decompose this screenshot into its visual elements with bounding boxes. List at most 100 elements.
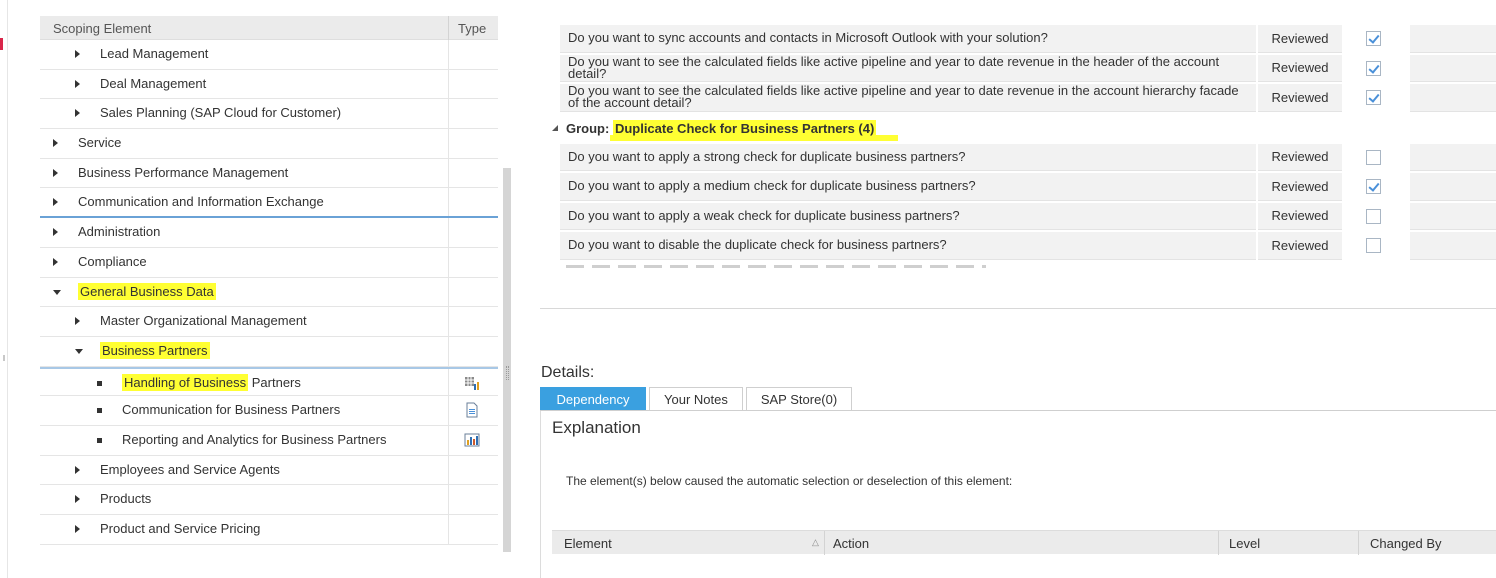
question-row[interactable]: Do you want to apply a strong check for … [540,143,1496,173]
tree-row-label: Reporting and Analytics for Business Par… [122,431,387,447]
tree-row[interactable]: Lead Management [40,40,498,70]
tree-row[interactable]: Communication and Information Exchange [40,188,498,219]
question-row[interactable]: Do you want to disable the duplicate che… [540,231,1496,261]
type-cell [448,247,498,277]
column-header-action[interactable]: Action [833,536,869,551]
collapsed-arrow-icon[interactable] [75,465,80,474]
tree-row[interactable]: Reporting and Analytics for Business Par… [40,425,498,456]
clipped-row [540,261,1496,271]
question-row[interactable]: Do you want to apply a weak check for du… [540,202,1496,232]
group-prefix: Group: [566,120,613,136]
status-cell: Reviewed [1258,143,1342,171]
unchecked-checkbox[interactable] [1366,208,1381,224]
tree-row[interactable]: Communication for Business Partners [40,396,498,426]
tree-row[interactable]: Master Organizational Management [40,307,498,337]
tree-row[interactable]: Service [40,129,498,159]
column-header-level[interactable]: Level [1229,536,1260,551]
tree-row[interactable]: Administration [40,218,498,248]
checkbox-cell [1344,144,1408,172]
bullet-icon[interactable] [97,380,102,386]
type-cell [448,515,498,544]
column-header-element[interactable]: Element [564,536,612,551]
checkbox-cell [1344,203,1408,231]
column-header-type[interactable]: Type [458,21,486,36]
checkbox-cell [1344,173,1408,201]
collapsed-arrow-icon[interactable] [75,317,80,326]
left-edge-tick [3,355,5,361]
group-row[interactable]: Group: Duplicate Check for Business Part… [540,113,1496,143]
status-cell: Reviewed [1258,232,1342,260]
column-header-scoping-element[interactable]: Scoping Element [53,21,151,36]
question-row[interactable]: Do you want to see the calculated fields… [540,83,1496,113]
tree-row[interactable]: Compliance [40,247,498,278]
collapsed-arrow-icon[interactable] [53,139,58,148]
document-icon [464,402,480,418]
tree-row[interactable]: Sales Planning (SAP Cloud for Customer) [40,99,498,130]
tree-row-label: Lead Management [100,46,209,61]
tab-dependency[interactable]: Dependency [540,387,646,411]
expanded-arrow-icon[interactable] [53,289,61,295]
collapsed-arrow-icon[interactable] [53,198,58,207]
question-text: Do you want to apply a medium check for … [560,173,1256,201]
checked-checkbox[interactable] [1366,90,1381,105]
tab-your-notes[interactable]: Your Notes [649,387,743,411]
type-cell [448,277,498,307]
type-cell [448,129,498,158]
highlighted-label: General Business Data [78,282,216,300]
expanded-arrow-icon[interactable] [75,348,83,354]
tree-row[interactable]: Employees and Service Agents [40,455,498,486]
collapsed-arrow-icon[interactable] [75,495,80,504]
unchecked-checkbox[interactable] [1366,149,1381,165]
status-cell: Reviewed [1258,202,1342,230]
tree-row[interactable]: Business Performance Management [40,158,498,189]
questions-table: Do you want to sync accounts and contact… [540,17,1496,309]
tree-row[interactable]: Handling of Business Partners [40,366,498,397]
tree-rows: Lead Management Deal Management Sales Plan… [40,40,498,545]
tree-row[interactable]: Product and Service Pricing [40,515,498,545]
type-cell [448,40,498,69]
tree-row[interactable]: Business Partners [40,336,498,367]
type-cell [448,307,498,336]
type-cell [448,218,498,247]
tree-row[interactable]: Products [40,485,498,515]
tree-row[interactable]: General Business Data [40,277,498,308]
sap-scoping-screen: Scoping Element Type Lead Management Deal… [0,0,1496,578]
sort-icon[interactable]: △ [812,537,819,548]
column-header-changed-by[interactable]: Changed By [1370,536,1442,551]
checked-checkbox[interactable] [1366,60,1381,76]
questions-group-rows: Do you want to apply a strong check for … [540,143,1496,261]
collapsed-arrow-icon[interactable] [53,257,58,266]
question-text: Do you want to apply a strong check for … [560,143,1256,171]
tab-sap-store[interactable]: SAP Store(0) [745,387,853,411]
tree-row[interactable]: Deal Management [40,69,498,100]
collapse-triangle-icon[interactable] [552,124,558,131]
question-row[interactable]: Do you want to see the calculated fields… [540,54,1496,84]
questions-top-rows: Do you want to sync accounts and contact… [540,24,1496,113]
collapsed-arrow-icon[interactable] [53,228,58,237]
column-separator [824,531,825,555]
type-cell [448,99,498,129]
checked-checkbox[interactable] [1366,179,1381,194]
collapsed-arrow-icon[interactable] [53,168,58,177]
tree-row-label: General Business Data [78,282,216,300]
splitter-grip[interactable] [506,366,509,380]
bullet-icon[interactable] [97,437,102,443]
question-row[interactable]: Do you want to sync accounts and contact… [540,24,1496,54]
collapsed-arrow-icon[interactable] [75,525,80,533]
details-tabs: Dependency Your Notes SAP Store(0) [540,387,855,411]
checkbox-cell [1344,84,1408,112]
tree-scrollbar[interactable] [503,168,511,552]
question-row[interactable]: Do you want to apply a medium check for … [540,172,1496,202]
label-rest: Partners [248,374,301,390]
group-label: Group: Duplicate Check for Business Part… [566,119,877,137]
status-cell: Reviewed [1258,173,1342,201]
checked-checkbox[interactable] [1366,31,1381,46]
collapsed-arrow-icon[interactable] [75,79,80,88]
collapsed-arrow-icon[interactable] [75,109,80,118]
collapsed-arrow-icon[interactable] [75,50,80,58]
unchecked-checkbox[interactable] [1366,238,1381,253]
bullet-icon[interactable] [97,408,102,414]
explanation-title: Explanation [552,418,641,437]
question-text: Do you want to see the calculated fields… [560,54,1256,82]
status-cell: Reviewed [1258,84,1342,112]
